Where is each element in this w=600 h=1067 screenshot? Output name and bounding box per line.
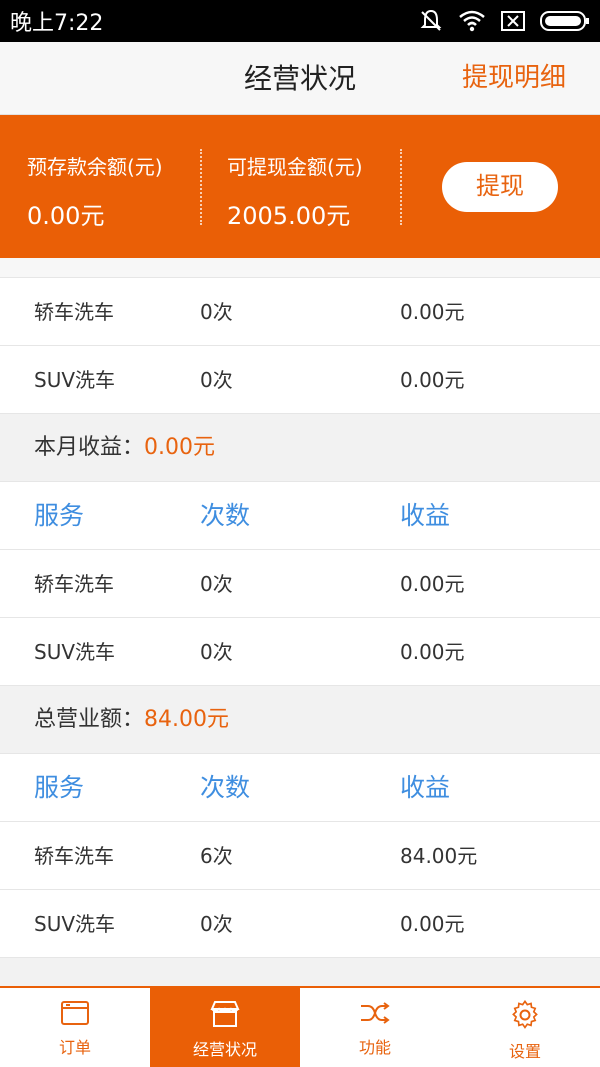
service-name: 轿车洗车 (34, 572, 114, 596)
gear-icon (512, 1000, 538, 1029)
shuffle-icon (361, 1002, 390, 1024)
table-row: 轿车洗车 6次 84.00元 (0, 822, 600, 890)
service-count: 6次 (200, 844, 233, 868)
header-income: 收益 (400, 501, 451, 530)
service-income: 0.00元 (400, 368, 465, 392)
service-count: 0次 (200, 572, 233, 596)
month-income-label: 本月收益： (34, 435, 145, 460)
service-name: 轿车洗车 (34, 844, 114, 868)
withdrawable-amount-label: 可提现金额(元) (227, 155, 363, 179)
month-income-amount: 0.00元 (144, 435, 216, 460)
month-income-summary: 本月收益：0.00元 (0, 414, 600, 482)
total-revenue-label: 总营业额： (34, 707, 145, 732)
wifi-icon (459, 10, 485, 32)
deposit-balance: 预存款余额(元) 0.00元 (27, 151, 163, 231)
table-header: 服务 次数 收益 (0, 482, 600, 550)
no-sim-icon (501, 11, 525, 31)
total-revenue-summary: 总营业额：84.00元 (0, 686, 600, 754)
battery-icon (540, 11, 589, 31)
dnd-icon (420, 9, 442, 31)
table-row: 轿车洗车 0次 0.00元 (0, 550, 600, 618)
service-income: 84.00元 (400, 844, 478, 868)
service-count: 0次 (200, 368, 233, 392)
service-income: 0.00元 (400, 640, 465, 664)
status-time: 晚上7:22 (10, 11, 104, 36)
bottom-tab-bar: 订单 经营状况 功能 设置 (0, 986, 600, 1067)
table-row: 轿车洗车 0次 0.00元 (0, 278, 600, 346)
table-row: SUV洗车 0次 0.00元 (0, 346, 600, 414)
tab-label: 经营状况 (192, 1040, 257, 1059)
withdrawable-amount: 可提现金额(元) 2005.00元 (227, 151, 363, 231)
tab-business-status[interactable]: 经营状况 (150, 988, 300, 1067)
window-icon (61, 1001, 89, 1025)
section-strip (0, 258, 600, 278)
header-service: 服务 (34, 501, 85, 530)
withdraw-details-link[interactable]: 提现明细 (462, 42, 566, 115)
banner-divider (400, 149, 402, 225)
status-bar: 晚上7:22 (0, 0, 600, 42)
tab-label: 设置 (508, 1042, 541, 1061)
banner-divider (200, 149, 202, 225)
tab-functions[interactable]: 功能 (300, 988, 450, 1067)
deposit-balance-value: 0.00元 (27, 202, 105, 230)
status-icons (418, 8, 590, 34)
business-content[interactable]: 轿车洗车 0次 0.00元 SUV洗车 0次 0.00元 本月收益：0.00元 … (0, 258, 600, 986)
service-name: SUV洗车 (34, 368, 116, 392)
header-count: 次数 (200, 773, 251, 802)
tab-orders[interactable]: 订单 (0, 988, 150, 1067)
tab-label: 订单 (58, 1038, 91, 1057)
tab-label: 功能 (358, 1038, 391, 1057)
service-count: 0次 (200, 912, 233, 936)
service-income: 0.00元 (400, 572, 465, 596)
header-income: 收益 (400, 773, 451, 802)
withdraw-button[interactable]: 提现 (442, 162, 558, 212)
table-row: SUV洗车 0次 0.00元 (0, 890, 600, 958)
service-count: 0次 (200, 640, 233, 664)
total-revenue-amount: 84.00元 (144, 707, 229, 732)
service-name: 轿车洗车 (34, 300, 114, 324)
withdrawable-amount-value: 2005.00元 (227, 202, 351, 230)
app-bar: 经营状况 提现明细 (0, 42, 600, 115)
table-row: SUV洗车 0次 0.00元 (0, 618, 600, 686)
service-name: SUV洗车 (34, 640, 116, 664)
service-income: 0.00元 (400, 912, 465, 936)
content-bottom-spacer (0, 958, 600, 986)
tab-settings[interactable]: 设置 (450, 988, 600, 1067)
balance-banner: 预存款余额(元) 0.00元 可提现金额(元) 2005.00元 提现 (0, 115, 600, 258)
table-header: 服务 次数 收益 (0, 754, 600, 822)
service-name: SUV洗车 (34, 912, 116, 936)
service-count: 0次 (200, 300, 233, 324)
deposit-balance-label: 预存款余额(元) (27, 155, 163, 179)
header-service: 服务 (34, 773, 85, 802)
header-count: 次数 (200, 501, 251, 530)
service-income: 0.00元 (400, 300, 465, 324)
store-icon (210, 1001, 240, 1027)
